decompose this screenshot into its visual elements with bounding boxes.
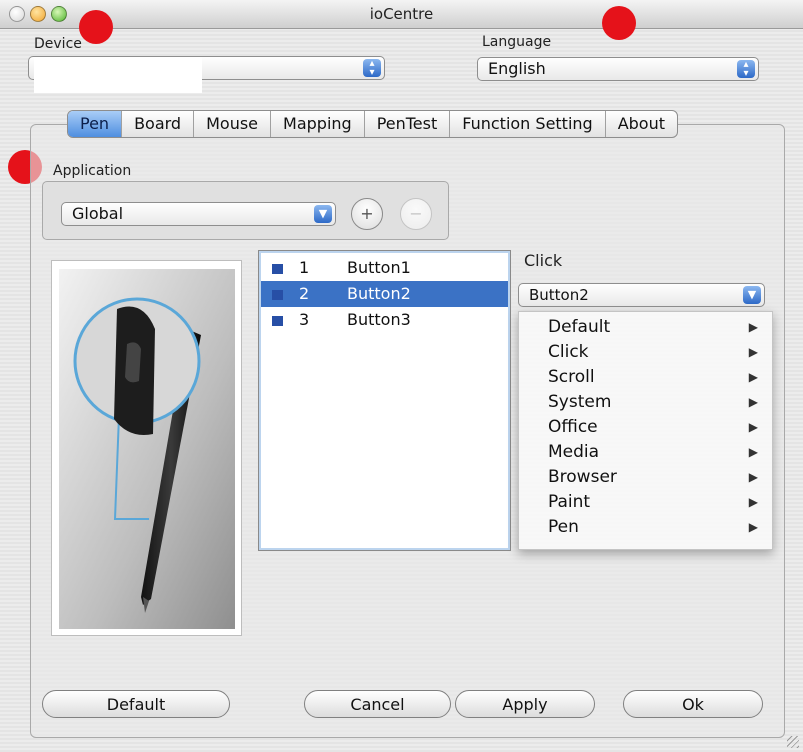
- list-item-number: 3: [299, 310, 310, 329]
- submenu-arrow-icon: ▶: [748, 520, 758, 534]
- menu-item-label: Paint: [548, 492, 591, 512]
- application-label: Application: [53, 163, 132, 179]
- menu-item-office[interactable]: Office ▶: [519, 415, 772, 440]
- tab-bar: Pen Board Mouse Mapping PenTest Function…: [67, 110, 679, 138]
- remove-application-button[interactable]: −: [400, 198, 432, 230]
- window-title: ioCentre: [369, 5, 434, 23]
- redaction-block: [34, 57, 202, 93]
- up-down-arrows-icon: ▴ ▾: [737, 60, 755, 79]
- list-item-number: 2: [299, 284, 310, 303]
- menu-item-label: System: [548, 392, 612, 412]
- list-item-name: Button3: [347, 310, 411, 329]
- language-label: Language: [482, 34, 552, 50]
- list-item[interactable]: 1 Button1: [261, 255, 508, 281]
- menu-item-scroll[interactable]: Scroll ▶: [519, 365, 772, 390]
- chevron-down-icon: ▼: [314, 205, 332, 223]
- submenu-arrow-icon: ▶: [748, 445, 758, 459]
- default-button[interactable]: Default: [42, 690, 230, 718]
- menu-item-click[interactable]: Click ▶: [519, 340, 772, 365]
- title-bar: ioCentre: [0, 0, 803, 29]
- list-item[interactable]: 2 Button2: [261, 281, 508, 307]
- chevron-down-icon: ▼: [743, 286, 761, 304]
- menu-item-pen[interactable]: Pen ▶: [519, 515, 772, 540]
- pen-button-list[interactable]: 1 Button1 2 Button2 3 Button3: [258, 250, 511, 551]
- pen-illustration: [59, 269, 235, 629]
- tab-board[interactable]: Board: [122, 111, 195, 137]
- list-item-number: 1: [299, 258, 310, 277]
- up-down-arrows-icon: ▴ ▾: [363, 59, 381, 78]
- menu-item-label: Default: [548, 317, 611, 337]
- submenu-arrow-icon: ▶: [748, 320, 758, 334]
- action-category-menu: Default ▶ Click ▶ Scroll ▶ System ▶ Offi…: [518, 311, 773, 550]
- submenu-arrow-icon: ▶: [748, 345, 758, 359]
- tab-function-setting[interactable]: Function Setting: [450, 111, 606, 137]
- language-select-value: English: [488, 59, 546, 78]
- click-action-select[interactable]: Button2 ▼: [518, 283, 765, 307]
- application-select[interactable]: Global ▼: [61, 202, 336, 226]
- square-icon: [272, 264, 283, 274]
- apply-button[interactable]: Apply: [455, 690, 595, 718]
- submenu-arrow-icon: ▶: [748, 470, 758, 484]
- list-item[interactable]: 3 Button3: [261, 307, 508, 333]
- tab-mouse[interactable]: Mouse: [194, 111, 272, 137]
- device-label: Device: [34, 36, 82, 52]
- menu-item-paint[interactable]: Paint ▶: [519, 490, 772, 515]
- red-marker-icon: [602, 6, 636, 40]
- add-application-button[interactable]: +: [351, 198, 383, 230]
- pen-image-frame: [51, 260, 242, 636]
- menu-item-label: Scroll: [548, 367, 595, 387]
- resize-grip-icon[interactable]: [787, 736, 799, 748]
- tab-about[interactable]: About: [606, 111, 677, 137]
- submenu-arrow-icon: ▶: [748, 395, 758, 409]
- red-marker-icon: [79, 10, 113, 44]
- menu-item-label: Office: [548, 417, 598, 437]
- tab-pentest[interactable]: PenTest: [365, 111, 451, 137]
- menu-item-label: Pen: [548, 517, 579, 537]
- submenu-arrow-icon: ▶: [748, 495, 758, 509]
- ok-button[interactable]: Ok: [623, 690, 763, 718]
- menu-item-label: Media: [548, 442, 600, 462]
- menu-item-label: Click: [548, 342, 589, 362]
- list-item-name: Button1: [347, 258, 411, 277]
- menu-item-label: Browser: [548, 467, 617, 487]
- square-icon: [272, 316, 283, 326]
- menu-item-media[interactable]: Media ▶: [519, 440, 772, 465]
- square-icon: [272, 290, 283, 300]
- submenu-arrow-icon: ▶: [748, 420, 758, 434]
- menu-item-browser[interactable]: Browser ▶: [519, 465, 772, 490]
- submenu-arrow-icon: ▶: [748, 370, 758, 384]
- language-select[interactable]: English ▴ ▾: [477, 57, 759, 81]
- tab-pen[interactable]: Pen: [68, 111, 123, 137]
- click-action-value: Button2: [529, 286, 589, 304]
- cancel-button[interactable]: Cancel: [304, 690, 451, 718]
- menu-item-default[interactable]: Default ▶: [519, 315, 772, 340]
- list-item-name: Button2: [347, 284, 411, 303]
- tab-mapping[interactable]: Mapping: [271, 111, 365, 137]
- click-label: Click: [524, 251, 563, 270]
- menu-item-system[interactable]: System ▶: [519, 390, 772, 415]
- application-select-value: Global: [72, 204, 124, 223]
